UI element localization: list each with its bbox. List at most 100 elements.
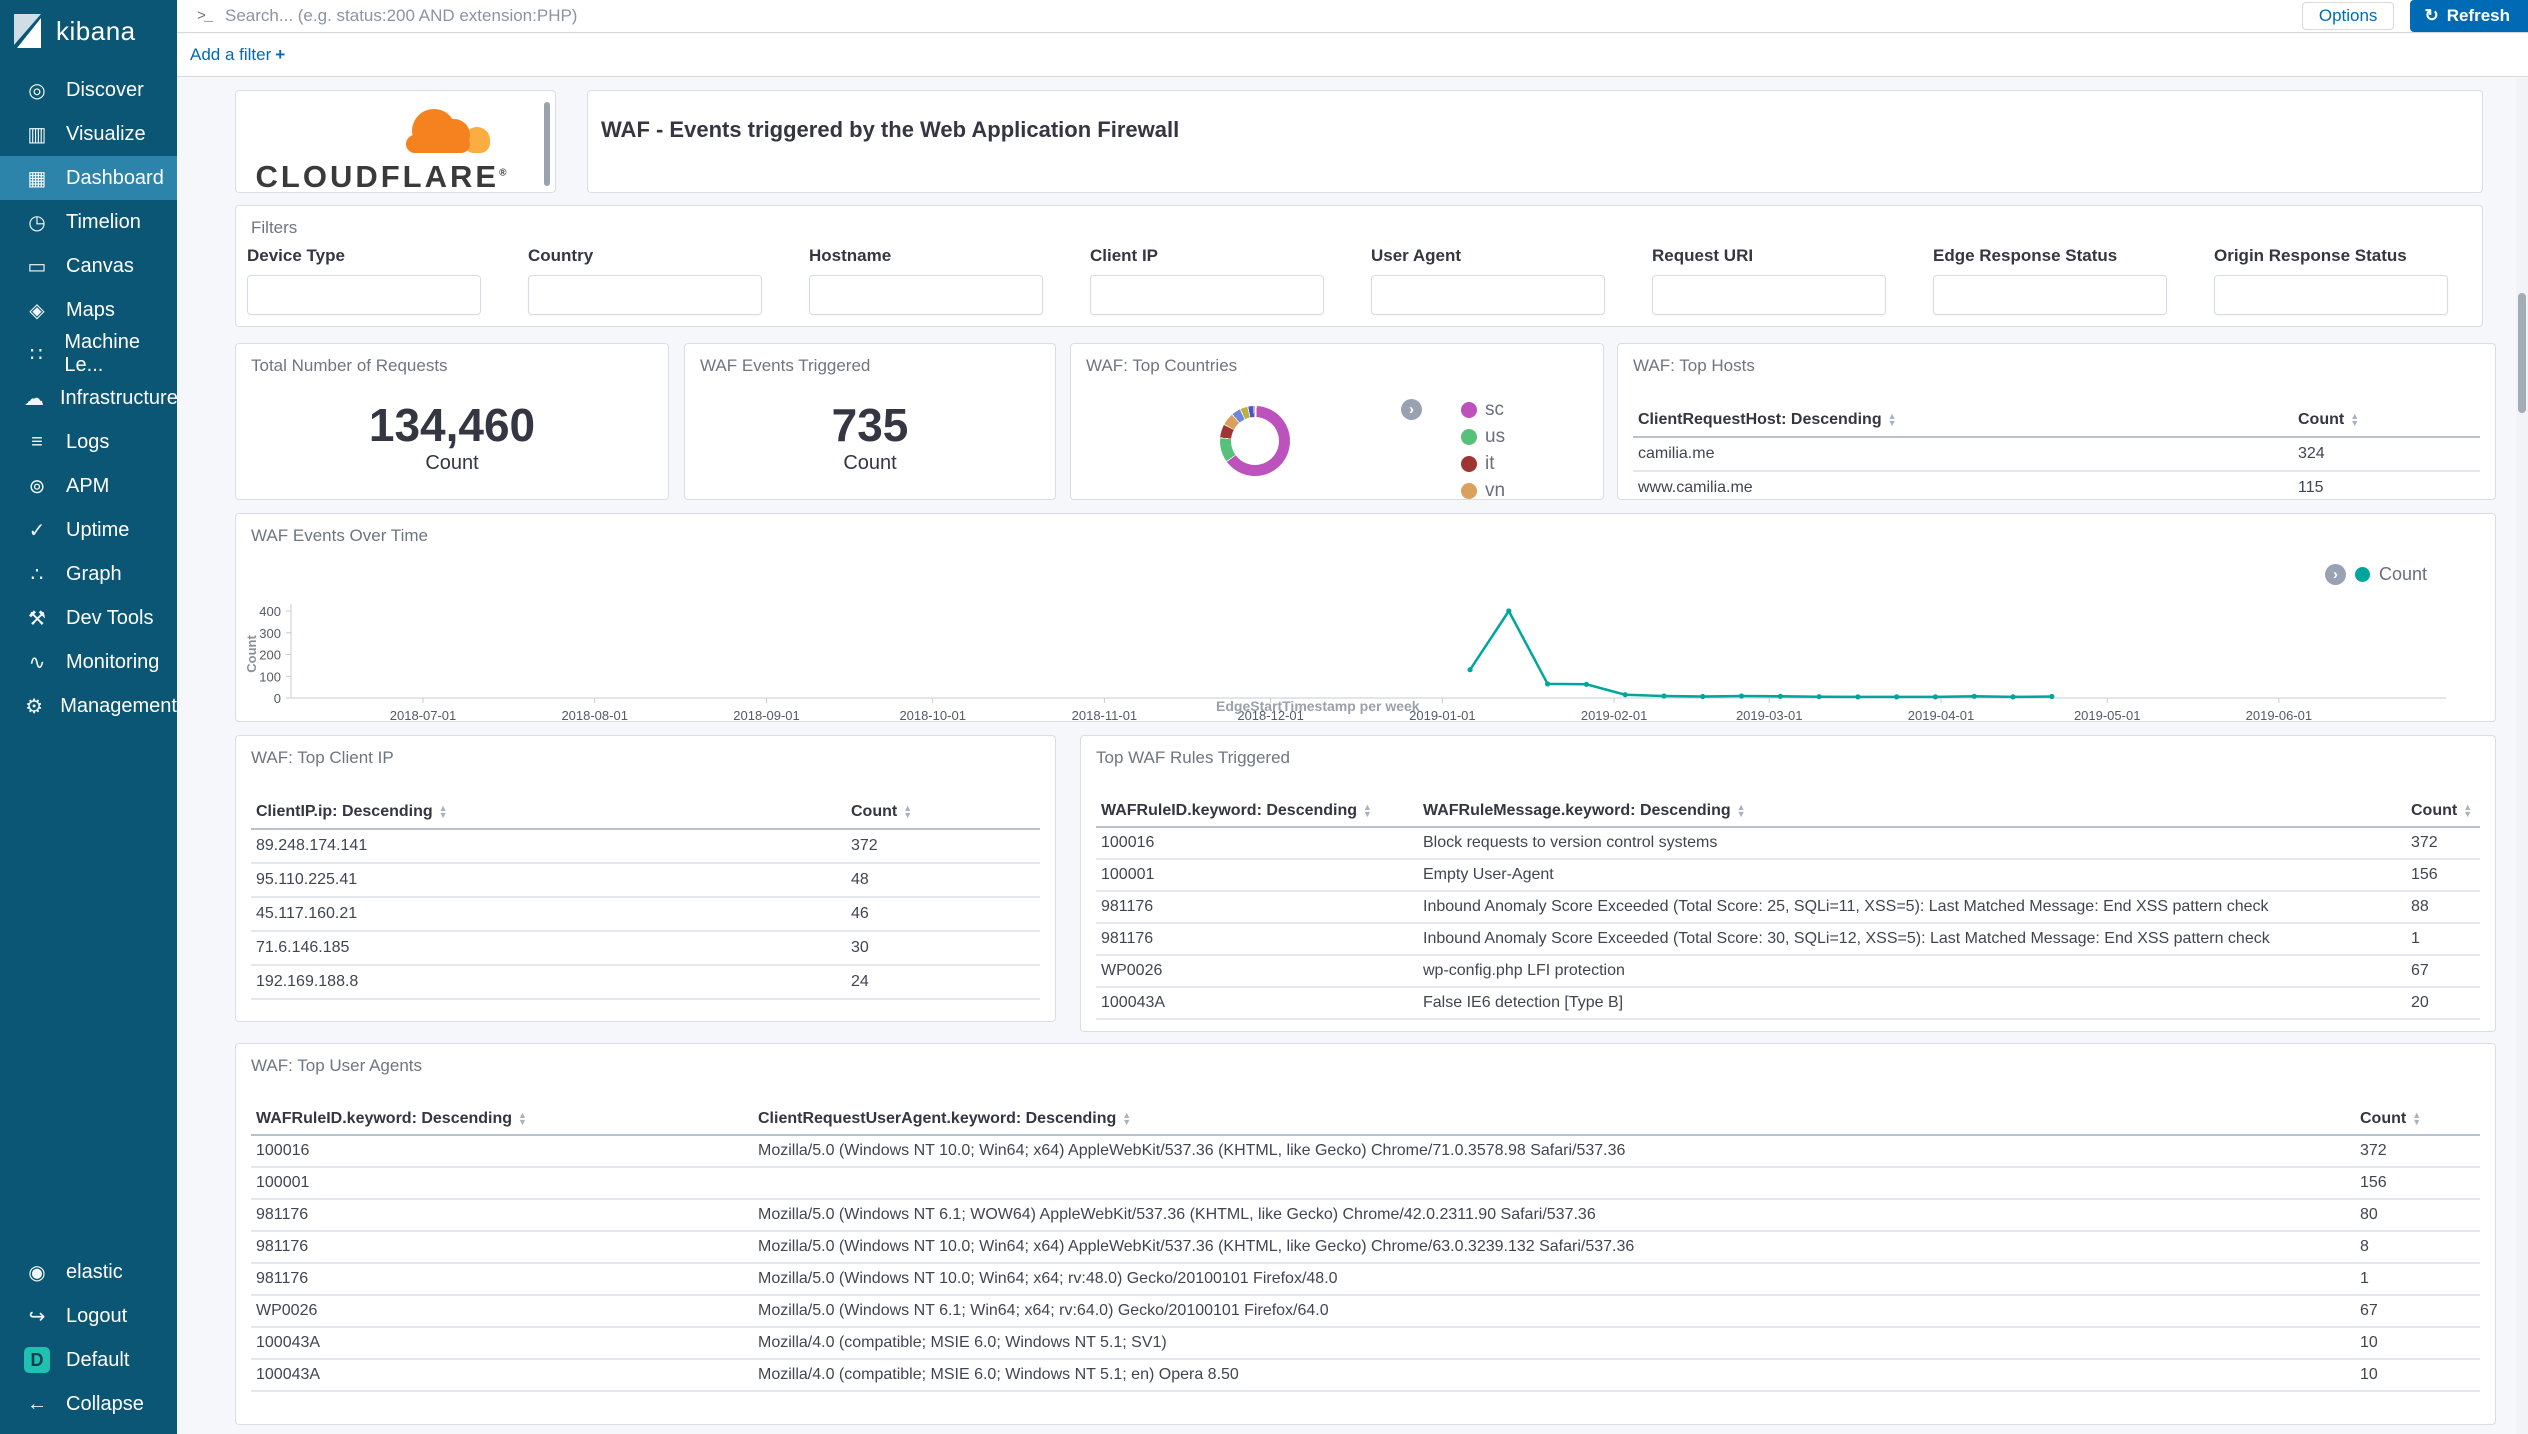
legend-label: sc: [1485, 399, 1504, 421]
legend-label: it: [1485, 453, 1495, 475]
svg-text:2018-08-01: 2018-08-01: [561, 708, 628, 722]
events-line-chart[interactable]: 2018-07-012018-08-012018-09-012018-10-01…: [236, 544, 2496, 722]
column-header[interactable]: ClientIP.ip: Descending▲▼: [251, 796, 846, 828]
sidebar-item-label: Graph: [66, 563, 122, 586]
svg-text:Count: Count: [244, 635, 259, 673]
sidebar-item-icon: ∿: [24, 650, 50, 675]
kibana-logo[interactable]: kibana: [0, 0, 177, 62]
sidebar-nav: ◎ Discover ▥ Visualize ▦ Dashboard ◷ Tim…: [0, 68, 177, 728]
sidebar-footer-item[interactable]: ← Collapse: [0, 1382, 177, 1426]
panel-total-requests: Total Number of Requests 134,460 Count: [235, 343, 669, 500]
svg-text:2019-03-01: 2019-03-01: [1736, 708, 1803, 722]
legend-expand-chevron-icon[interactable]: ›: [1401, 399, 1422, 420]
table-row: 100043A Mozilla/4.0 (compatible; MSIE 6.…: [251, 1360, 2480, 1392]
legend-label[interactable]: Count: [2379, 564, 2427, 585]
table-row: www.camilia.me 115: [1633, 472, 2480, 500]
sidebar-item[interactable]: ⚙ Management: [0, 684, 177, 728]
sidebar-item[interactable]: ◈ Maps: [0, 288, 177, 332]
filter-select[interactable]: [247, 275, 481, 315]
metric-label: Count: [843, 452, 896, 475]
sidebar-item[interactable]: ▦ Dashboard: [0, 156, 177, 200]
column-header[interactable]: ClientRequestHost: Descending▲▼: [1633, 404, 2293, 436]
x-axis-label: EdgeStartTimestamp per week: [1216, 698, 1420, 714]
sidebar-item-icon: ∷: [24, 342, 48, 367]
filters-panel-title: Filters: [236, 206, 2482, 238]
column-header[interactable]: ClientRequestUserAgent.keyword: Descendi…: [753, 1104, 2355, 1134]
svg-text:2018-11-01: 2018-11-01: [1072, 708, 1138, 722]
legend-item[interactable]: us: [1431, 423, 1505, 450]
table-row: 192.169.188.8 24: [251, 966, 1040, 1000]
column-header[interactable]: Count▲▼: [846, 796, 1040, 828]
filter-field: Hostname: [809, 246, 1043, 315]
column-header[interactable]: WAFRuleMessage.keyword: Descending▲▼: [1418, 796, 2406, 826]
column-header[interactable]: Count▲▼: [2406, 796, 2480, 826]
sidebar-item[interactable]: ◎ Discover: [0, 68, 177, 112]
filter-label: Edge Response Status: [1933, 246, 2167, 266]
add-filter-link[interactable]: Add a filter+: [190, 45, 285, 65]
filter-label: Request URI: [1652, 246, 1886, 266]
sort-icon: ▲▼: [1888, 413, 1897, 427]
filters-row: Device Type Country Hostname: [236, 238, 2482, 315]
sidebar-item[interactable]: ▭ Canvas: [0, 244, 177, 288]
table-row: 95.110.225.41 48: [251, 864, 1040, 898]
page-scrollbar-thumb[interactable]: [2518, 293, 2526, 413]
sidebar-footer-item[interactable]: D Default: [0, 1338, 177, 1382]
sidebar-footer-item[interactable]: ↪ Logout: [0, 1294, 177, 1338]
sidebar-item[interactable]: ⚒ Dev Tools: [0, 596, 177, 640]
sidebar-item-label: Canvas: [66, 255, 134, 278]
filter-select[interactable]: [1090, 275, 1324, 315]
filter-field: Client IP: [1090, 246, 1324, 315]
sidebar-item-label: Uptime: [66, 519, 129, 542]
sort-icon: ▲▼: [518, 1112, 527, 1126]
waf-rules-table: WAFRuleID.keyword: Descending▲▼ WAFRuleM…: [1081, 796, 2495, 1020]
legend-item[interactable]: vn: [1431, 477, 1505, 500]
hosts-panel-title: WAF: Top Hosts: [1618, 344, 2495, 376]
refresh-button[interactable]: ↻ Refresh: [2410, 0, 2528, 32]
sidebar-item[interactable]: ⊚ APM: [0, 464, 177, 508]
page-scrollbar[interactable]: [2516, 78, 2528, 1434]
sidebar: kibana ◎ Discover ▥ Visualize ▦ Dashboar…: [0, 0, 177, 1434]
panel-top-user-agents: WAF: Top User Agents WAFRuleID.keyword: …: [235, 1043, 2496, 1425]
sidebar-item[interactable]: ≡ Logs: [0, 420, 177, 464]
sidebar-footer-icon: ↪: [24, 1304, 50, 1329]
column-header[interactable]: WAFRuleID.keyword: Descending▲▼: [251, 1104, 753, 1134]
sidebar-item[interactable]: ∷ Machine Le...: [0, 332, 177, 376]
sidebar-item[interactable]: ☁ Infrastructure: [0, 376, 177, 420]
table-row: 71.6.146.185 30: [251, 932, 1040, 966]
cloudflare-cloud-icon: [404, 103, 496, 161]
legend-expand-chevron-icon[interactable]: ›: [2325, 564, 2346, 585]
sidebar-item-label: Dev Tools: [66, 607, 153, 630]
table-row: WP0026 Mozilla/5.0 (Windows NT 6.1; Win6…: [251, 1296, 2480, 1328]
sidebar-item-label: Visualize: [66, 123, 146, 146]
filter-select[interactable]: [809, 275, 1043, 315]
options-button[interactable]: Options: [2302, 2, 2395, 30]
panel-top-hosts: WAF: Top Hosts ClientRequestHost: Descen…: [1617, 343, 2496, 500]
legend-label: us: [1485, 426, 1505, 448]
sidebar-item[interactable]: ▥ Visualize: [0, 112, 177, 156]
column-header[interactable]: Count▲▼: [2293, 404, 2480, 436]
sidebar-footer-icon: ◉: [24, 1260, 50, 1285]
filter-select[interactable]: [1652, 275, 1886, 315]
legend-item[interactable]: it: [1431, 450, 1505, 477]
sidebar-item-icon: ≡: [24, 431, 50, 454]
sidebar-item[interactable]: ◷ Timelion: [0, 200, 177, 244]
legend-item[interactable]: sc: [1431, 396, 1505, 423]
panel-top-waf-rules: Top WAF Rules Triggered WAFRuleID.keywor…: [1080, 735, 2496, 1032]
filter-select[interactable]: [528, 275, 762, 315]
events-chart-legend: › Count: [2325, 564, 2427, 585]
sidebar-item[interactable]: ✓ Uptime: [0, 508, 177, 552]
top-countries-donut[interactable]: [1220, 406, 1290, 476]
filter-select[interactable]: [1371, 275, 1605, 315]
filter-select[interactable]: [2214, 275, 2448, 315]
search-input[interactable]: [225, 6, 2302, 26]
sidebar-item-icon: ⚒: [24, 606, 50, 631]
column-header[interactable]: Count▲▼: [2355, 1104, 2480, 1134]
sidebar-item[interactable]: ∿ Monitoring: [0, 640, 177, 684]
sidebar-item[interactable]: ∴ Graph: [0, 552, 177, 596]
filter-select[interactable]: [1933, 275, 2167, 315]
column-header[interactable]: WAFRuleID.keyword: Descending▲▼: [1096, 796, 1418, 826]
sidebar-footer-item[interactable]: ◉ elastic: [0, 1250, 177, 1294]
panel-scrollbar-thumb[interactable]: [544, 102, 550, 186]
sidebar-item-icon: ◈: [24, 298, 50, 323]
sort-icon: ▲▼: [1737, 804, 1746, 818]
